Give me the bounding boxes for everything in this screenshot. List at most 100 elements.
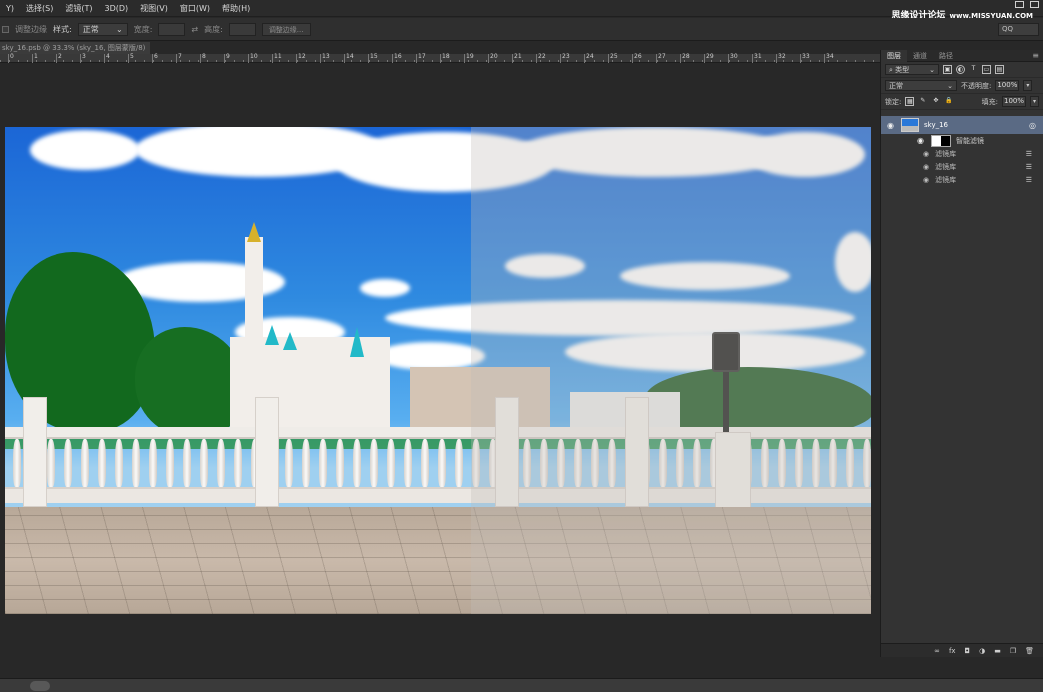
document-canvas-image[interactable] — [5, 127, 871, 614]
menu-item-help[interactable]: 帮助(H) — [216, 3, 256, 14]
new-layer-icon[interactable]: ❐ — [1010, 647, 1016, 655]
baluster — [234, 439, 242, 487]
menu-item-window[interactable]: 窗口(W) — [174, 3, 216, 14]
smart-filter-row[interactable]: ◉ 智能滤镜 — [881, 134, 1043, 147]
ruler-label: 23 — [562, 53, 570, 60]
ruler-label: 3 — [82, 53, 86, 60]
baluster — [404, 439, 412, 487]
adjustment-filter-icon[interactable]: ◐ — [956, 65, 965, 74]
trash-icon[interactable]: 🗑 — [1025, 647, 1034, 655]
filter-row[interactable]: ◉ 滤镜库 ☰ — [881, 173, 1043, 186]
ruler-label: 21 — [514, 53, 522, 60]
lock-position-icon[interactable]: ✥ — [931, 97, 940, 106]
style-select[interactable]: 正常 ⌄ — [77, 22, 128, 36]
height-field[interactable] — [228, 22, 256, 36]
ruler-tick — [32, 54, 33, 63]
workspace-select[interactable]: QQ — [998, 23, 1039, 36]
refine-checkbox[interactable] — [2, 25, 9, 33]
fill-field[interactable]: 100% — [1002, 96, 1026, 107]
shape-filter-icon[interactable]: ▭ — [982, 65, 991, 74]
adjustment-icon[interactable]: ◑ — [979, 647, 985, 655]
castle-spire — [247, 222, 261, 242]
chevron-down-icon: ⌄ — [947, 81, 953, 90]
filter-row[interactable]: ◉ 滤镜库 ☰ — [881, 147, 1043, 160]
baluster — [285, 439, 293, 487]
layer-row-sky16[interactable]: ◉ sky_16 ◎ — [881, 116, 1043, 134]
type-filter-icon[interactable]: T — [969, 65, 978, 74]
ruler-tick — [128, 54, 129, 63]
ruler-label: 11 — [274, 53, 282, 60]
cloud — [360, 279, 410, 297]
smart-filter-indicator-icon[interactable]: ◎ — [1027, 121, 1038, 130]
visibility-eye-icon[interactable]: ◉ — [915, 136, 926, 145]
visibility-eye-icon[interactable]: ◉ — [923, 150, 929, 158]
menu-item-view[interactable]: 视图(V) — [134, 3, 174, 14]
castle-spire — [350, 327, 364, 357]
ruler-label: 25 — [610, 53, 618, 60]
layer-name[interactable]: sky_16 — [924, 121, 1022, 129]
ruler-label: 31 — [754, 53, 762, 60]
castle-spire — [265, 325, 279, 345]
ruler-tick — [392, 54, 393, 63]
minimize-icon[interactable] — [1015, 1, 1024, 8]
tab-paths[interactable]: 路径 — [933, 51, 959, 61]
ruler-label: 14 — [346, 53, 354, 60]
menu-item-select[interactable]: 选择(S) — [20, 3, 59, 14]
ruler-tick — [344, 54, 345, 63]
panel-menu-icon[interactable]: ≡ — [1032, 51, 1043, 60]
baluster — [98, 439, 106, 487]
opacity-field[interactable]: 100% — [995, 80, 1020, 91]
ruler-tick — [104, 54, 105, 63]
ruler-tick — [776, 54, 777, 63]
tab-channels[interactable]: 通道 — [907, 51, 933, 61]
blending-options-icon[interactable]: ☰ — [1026, 163, 1032, 171]
blending-options-icon[interactable]: ☰ — [1026, 176, 1032, 184]
blend-mode-select[interactable]: 正常 ⌄ — [885, 80, 957, 91]
width-label: 宽度: — [133, 24, 153, 34]
baluster — [183, 439, 191, 487]
swap-icon[interactable]: ⇄ — [191, 25, 198, 34]
lock-paint-icon[interactable]: ✎ — [918, 97, 927, 106]
tab-layers[interactable]: 图层 — [881, 49, 907, 62]
castle-tower — [350, 357, 372, 427]
mask-icon[interactable]: ◘ — [965, 647, 971, 655]
filter-kind-select[interactable]: ⌕ 类型 ⌄ — [885, 64, 939, 75]
width-field[interactable] — [158, 22, 186, 36]
menu-item-3d[interactable]: 3D(D) — [98, 4, 134, 13]
chevron-down-icon: ⌄ — [929, 65, 935, 74]
menu-item-filter[interactable]: 滤镜(T) — [59, 3, 98, 14]
visibility-eye-icon[interactable]: ◉ — [923, 163, 929, 171]
document-tab[interactable]: sky_16.psb @ 33.3% (sky_16, 图层蒙版/8) — [0, 42, 150, 54]
baluster — [132, 439, 140, 487]
filter-mask-thumbnail[interactable] — [931, 134, 951, 147]
ruler-label: 17 — [418, 53, 426, 60]
folder-icon[interactable]: ▬ — [994, 647, 1001, 655]
fill-slider-icon[interactable]: ▾ — [1030, 96, 1039, 107]
smart-object-filter-icon[interactable]: ▤ — [995, 65, 1004, 74]
pixel-filter-icon[interactable]: ▣ — [943, 65, 952, 74]
restore-icon[interactable] — [1030, 1, 1039, 8]
style-value: 正常 — [82, 24, 99, 34]
ruler-label: 7 — [178, 53, 182, 60]
menu-item[interactable]: Y) — [0, 4, 20, 13]
ruler-label: 28 — [682, 53, 690, 60]
baluster — [438, 439, 446, 487]
ruler-label: 13 — [322, 53, 330, 60]
visibility-eye-icon[interactable]: ◉ — [885, 121, 896, 130]
link-icon[interactable]: ∞ — [934, 647, 940, 655]
layer-thumbnail[interactable] — [901, 118, 919, 132]
baluster — [200, 439, 208, 487]
filter-row[interactable]: ◉ 滤镜库 ☰ — [881, 160, 1043, 173]
ruler-tick — [56, 54, 57, 63]
ruler-tick — [296, 54, 297, 63]
blending-options-icon[interactable]: ☰ — [1026, 150, 1032, 158]
lock-all-icon[interactable]: 🔒 — [944, 97, 953, 106]
visibility-eye-icon[interactable]: ◉ — [923, 176, 929, 184]
opacity-slider-icon[interactable]: ▾ — [1023, 80, 1033, 91]
baluster — [319, 439, 327, 487]
lock-transparency-icon[interactable]: ▦ — [905, 97, 915, 106]
castle-spire — [283, 332, 297, 350]
fx-icon[interactable]: fx — [949, 647, 956, 655]
refine-edge-button[interactable]: 调整边缘... — [261, 22, 311, 36]
ruler-label: 4 — [106, 53, 110, 60]
